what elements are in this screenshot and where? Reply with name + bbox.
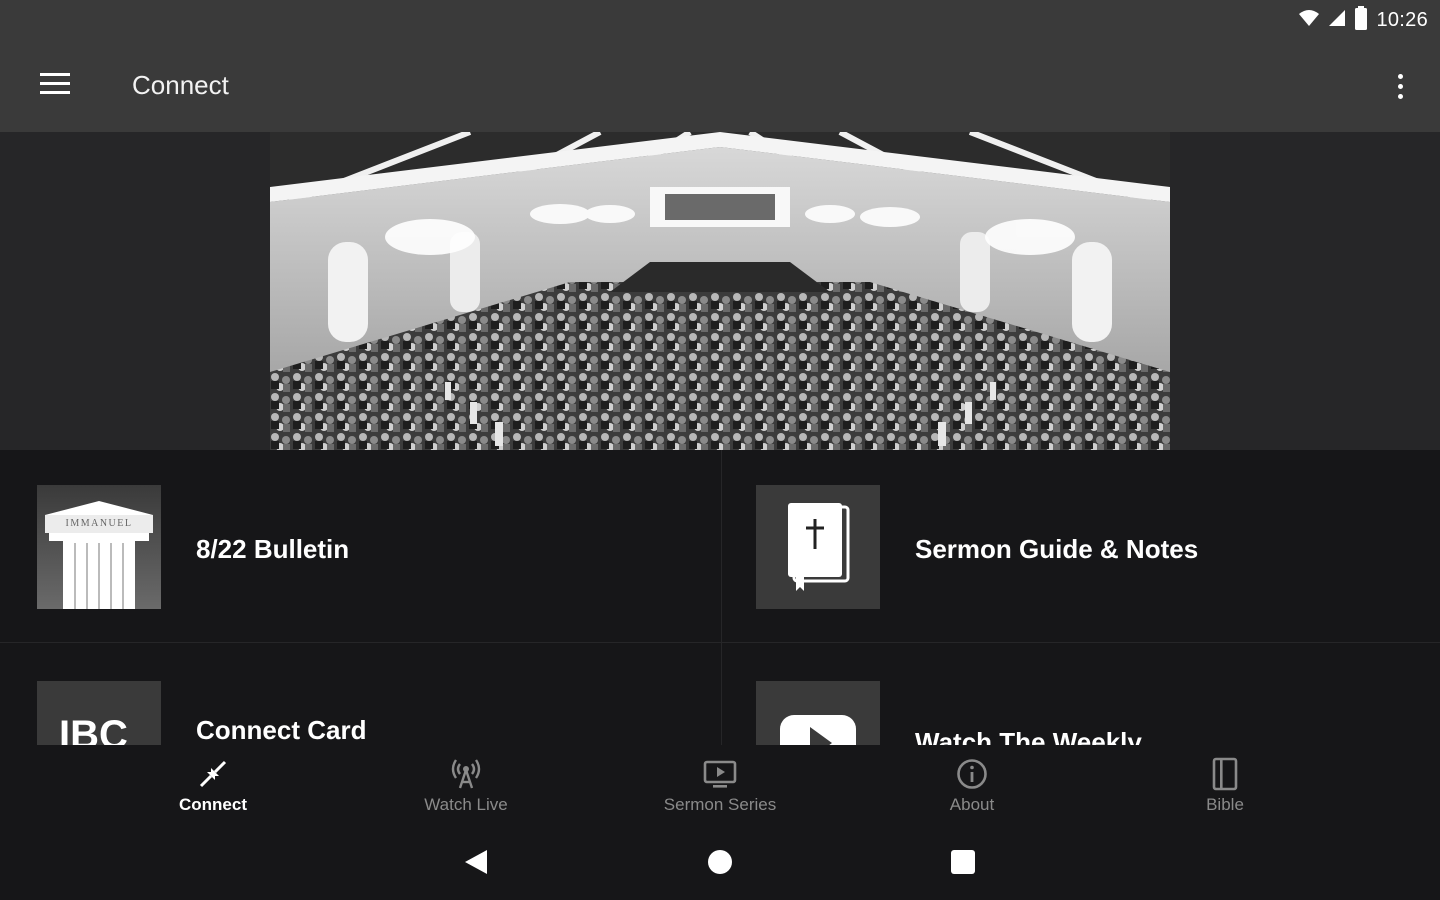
logo-text: IBC (59, 713, 128, 745)
more-options-button[interactable] (1388, 66, 1412, 106)
status-icons: 10:26 (1298, 5, 1428, 35)
content-grid: IMMANUEL 8/22 Bulletin Sermon Guide & No… (0, 450, 1440, 745)
menu-button[interactable] (22, 62, 86, 110)
nav-item-bible[interactable]: Bible (1125, 745, 1325, 828)
system-navigation-bar (0, 828, 1440, 900)
logo-text: IMMANUEL (65, 518, 133, 529)
app-bar: Connect (0, 40, 1440, 132)
ibc-logo: IBC (37, 681, 161, 745)
bottom-navigation: Connect Watch Live Sermon Series About B… (0, 745, 1440, 828)
battery-icon (1354, 5, 1368, 35)
back-button[interactable] (456, 846, 496, 882)
more-vert-icon (1397, 73, 1403, 99)
church-sanctuary-photo (270, 132, 1170, 450)
hamburger-menu-icon (40, 72, 70, 100)
recents-button[interactable] (943, 846, 983, 882)
tile-label: 8/22 Bulletin (196, 534, 350, 564)
nav-label: About (949, 795, 995, 814)
page-title: Connect (132, 70, 229, 100)
nav-item-connect[interactable]: Connect (113, 745, 313, 828)
nav-label: Bible (1206, 795, 1244, 814)
wifi-icon (1298, 9, 1320, 32)
nav-label: Connect (179, 795, 247, 814)
tile-sermon-guide[interactable]: Sermon Guide & Notes (722, 450, 1440, 642)
broadcast-icon (449, 757, 483, 791)
tile-bulletin[interactable]: IMMANUEL 8/22 Bulletin (0, 450, 720, 642)
status-bar: 10:26 (0, 0, 1440, 40)
tile-label: Watch The Weekly (915, 727, 1142, 745)
home-icon (707, 849, 733, 880)
nav-label: Watch Live (424, 795, 508, 814)
tile-label: Connect Card (196, 715, 367, 745)
status-time: 10:26 (1376, 8, 1428, 31)
nav-item-about[interactable]: About (872, 745, 1072, 828)
tv-play-icon (703, 757, 737, 791)
immanuel-column-logo: IMMANUEL (37, 485, 161, 609)
info-icon (955, 757, 989, 791)
bible-cross-icon (756, 485, 880, 609)
cell-signal-icon (1328, 9, 1346, 32)
nav-item-watch-live[interactable]: Watch Live (366, 745, 566, 828)
play-video-icon (756, 681, 880, 745)
back-icon (463, 848, 489, 881)
nav-item-sermon-series[interactable]: Sermon Series (620, 745, 820, 828)
tile-watch-weekly[interactable]: Watch The Weekly (722, 643, 1440, 745)
book-icon (1208, 757, 1242, 791)
hero-church-photo (270, 132, 1170, 450)
home-button[interactable] (700, 846, 740, 882)
recents-icon (950, 849, 976, 880)
tile-connect-card[interactable]: IBC Connect Card (0, 643, 720, 745)
tile-label: Sermon Guide & Notes (915, 534, 1199, 564)
connect-icon (196, 757, 230, 791)
nav-label: Sermon Series (663, 795, 777, 814)
